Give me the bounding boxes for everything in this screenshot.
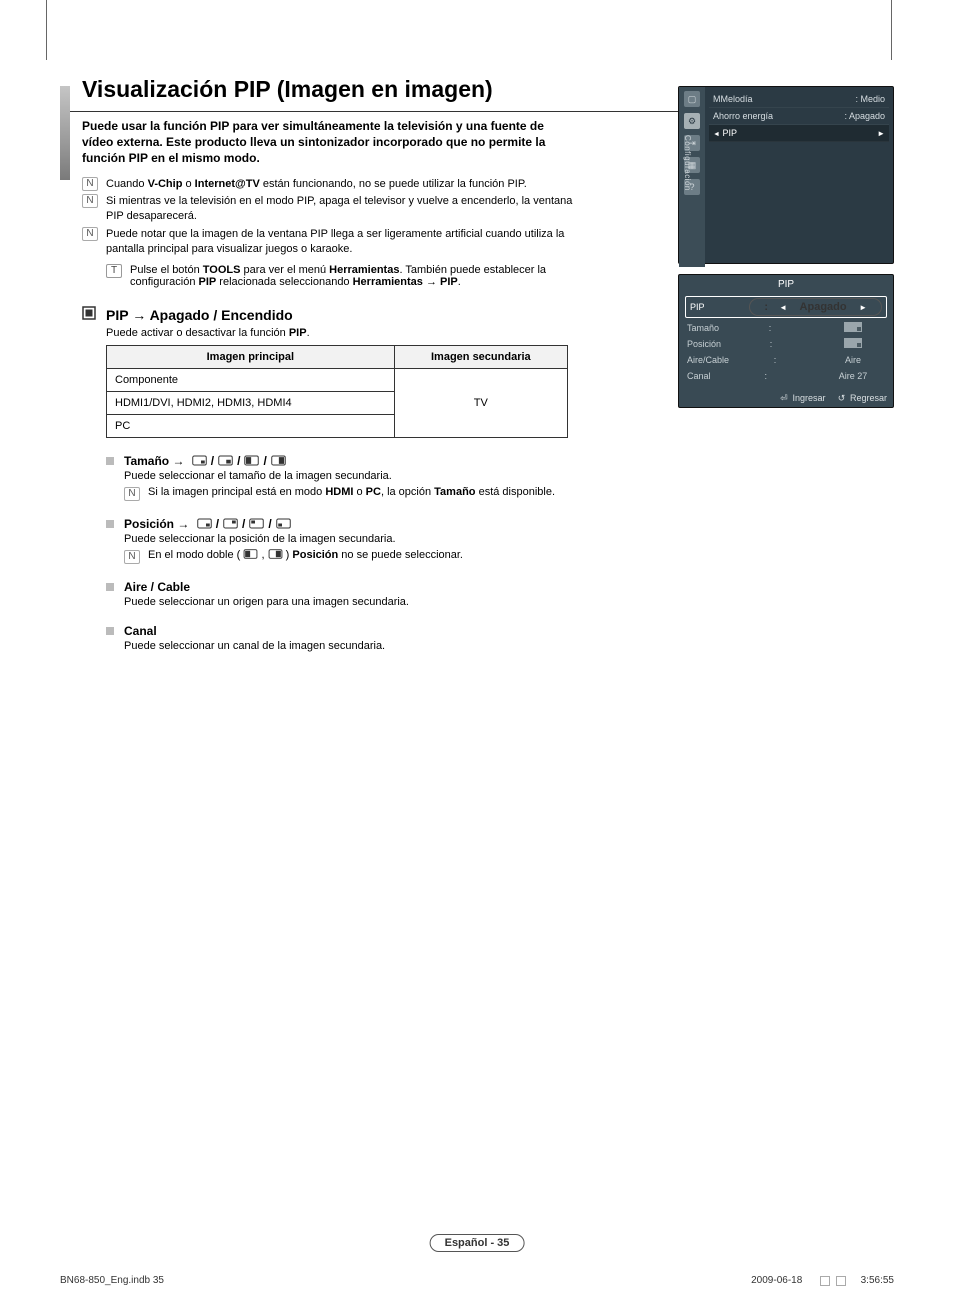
table-cell: PC xyxy=(107,414,395,437)
pip-size-icon xyxy=(244,455,259,466)
section-bullet-icon xyxy=(82,306,96,325)
tools-hint: T Pulse el botón TOOLS para ver el menú … xyxy=(106,264,586,288)
note-item: N Puede notar que la imagen de la ventan… xyxy=(82,227,582,258)
tv-menu-row: MMelodía: Medio xyxy=(709,91,889,108)
note-text: Cuando V-Chip o Internet@TV están funcio… xyxy=(106,177,527,192)
tv-pip-row: Aire/Cable:Aire xyxy=(679,352,893,368)
table-cell: TV xyxy=(394,368,567,437)
title-accent-bar xyxy=(60,86,70,180)
subsection-tamano: Tamaño → / / / xyxy=(106,454,894,468)
tv-panel-title: PIP xyxy=(679,275,893,294)
note-icon: N xyxy=(82,227,98,241)
placeholder-glyph-icon xyxy=(836,1276,846,1286)
note-icon: N xyxy=(124,487,140,501)
tv-tab-label: Configuración xyxy=(683,135,692,191)
tv-pip-panel: PIP PIP : ◄Apagado► Tamaño: Posición: Ai… xyxy=(678,274,894,408)
subsection-posicion: Posición → / / / xyxy=(106,517,894,531)
position-indicator-icon xyxy=(844,338,862,348)
subsection-note: N Si la imagen principal está en modo HD… xyxy=(124,486,894,501)
section-heading-text: PIP → Apagado / Encendido xyxy=(106,307,293,323)
tv-mock: ▢ ⚙ ⇥ ▦ ? Configuración MMelodía: Medio … xyxy=(678,86,894,408)
sub-bullet-icon xyxy=(106,627,114,635)
gear-icon: ⚙ xyxy=(684,113,700,129)
placeholder-glyph-icon xyxy=(820,1276,830,1286)
note-icon: N xyxy=(124,550,140,564)
note-icon: N xyxy=(82,177,98,191)
chevron-left-icon: ◄ xyxy=(713,131,720,138)
note-item: N Cuando V-Chip o Internet@TV están func… xyxy=(82,177,582,192)
pip-size-icon xyxy=(243,549,258,559)
enter-icon: ⏎ xyxy=(778,393,790,403)
pip-size-icon xyxy=(271,455,286,466)
tools-text: Pulse el botón TOOLS para ver el menú He… xyxy=(130,264,586,288)
subsection-canal: Canal xyxy=(106,624,894,638)
sub-bullet-icon xyxy=(106,457,114,465)
tv-footer-hints: ⏎ Ingresar ↺ Regresar xyxy=(778,393,887,404)
pip-position-icon xyxy=(197,518,212,529)
tv-menu-row: Ahorro energía: Apagado xyxy=(709,108,889,125)
chevron-right-icon: ► xyxy=(877,129,885,138)
note-item: N Si mientras ve la televisión en el mod… xyxy=(82,194,582,225)
subsection-body: Puede seleccionar el tamaño de la imagen… xyxy=(124,470,894,482)
table-cell: HDMI1/DVI, HDMI2, HDMI3, HDMI4 xyxy=(107,391,395,414)
pip-position-icon xyxy=(249,518,264,529)
tv-pip-row: Tamaño: xyxy=(679,320,893,336)
subsection-note: N En el modo doble ( , ) Posición no se … xyxy=(124,549,894,564)
table-cell: Componente xyxy=(107,368,395,391)
return-icon: ↺ xyxy=(835,393,847,403)
tools-icon: T xyxy=(106,264,122,278)
chevron-left-icon: ◄ xyxy=(779,303,787,312)
note-text: Si mientras ve la televisión en el modo … xyxy=(106,194,582,225)
tv-menu-panel: ▢ ⚙ ⇥ ▦ ? Configuración MMelodía: Medio … xyxy=(678,86,894,264)
chevron-right-icon: ► xyxy=(859,303,867,312)
tv-menu-rows: MMelodía: Medio Ahorro energía: Apagado … xyxy=(709,91,889,142)
crop-mark-left xyxy=(46,0,49,60)
subsection-heading: Tamaño → / / / xyxy=(124,454,286,468)
table-header: Imagen secundaria xyxy=(394,345,567,368)
pip-position-icon xyxy=(276,518,291,529)
tv-pip-row-selected: PIP : ◄Apagado► xyxy=(685,296,887,318)
subsection-aire-cable: Aire / Cable xyxy=(106,580,894,594)
subsection-heading: Canal xyxy=(124,624,157,638)
subsection-heading: Posición → / / / xyxy=(124,517,291,531)
pip-size-icon xyxy=(218,455,233,466)
intro-text: Puede usar la función PIP para ver simul… xyxy=(82,118,572,167)
tv-pip-row: Canal:Aire 27 xyxy=(679,368,893,384)
subsection-heading: Aire / Cable xyxy=(124,580,190,594)
pip-table: Imagen principal Imagen secundaria Compo… xyxy=(106,345,568,438)
sub-bullet-icon xyxy=(106,583,114,591)
size-indicator-icon xyxy=(844,322,862,332)
print-job-timestamp: 2009-06-18 3:56:55 xyxy=(751,1275,894,1286)
tv-pip-row: Posición: xyxy=(679,336,893,352)
page-number-pill: Español - 35 xyxy=(430,1233,525,1252)
sub-bullet-icon xyxy=(106,520,114,528)
print-job-filename: BN68-850_Eng.indb 35 xyxy=(60,1275,164,1286)
pip-position-icon xyxy=(223,518,238,529)
pip-size-icon xyxy=(192,455,207,466)
note-icon: N xyxy=(82,194,98,208)
subsection-body: Puede seleccionar un canal de la imagen … xyxy=(124,640,894,652)
note-text: Puede notar que la imagen de la ventana … xyxy=(106,227,582,258)
tv-menu-row-selected: ◄ PIP► xyxy=(709,125,889,142)
table-header: Imagen principal xyxy=(107,345,395,368)
subsection-body: Puede seleccionar la posición de la imag… xyxy=(124,533,894,545)
subsection-body: Puede seleccionar un origen para una ima… xyxy=(124,596,894,608)
pip-size-icon xyxy=(268,549,283,559)
picture-icon: ▢ xyxy=(684,91,700,107)
